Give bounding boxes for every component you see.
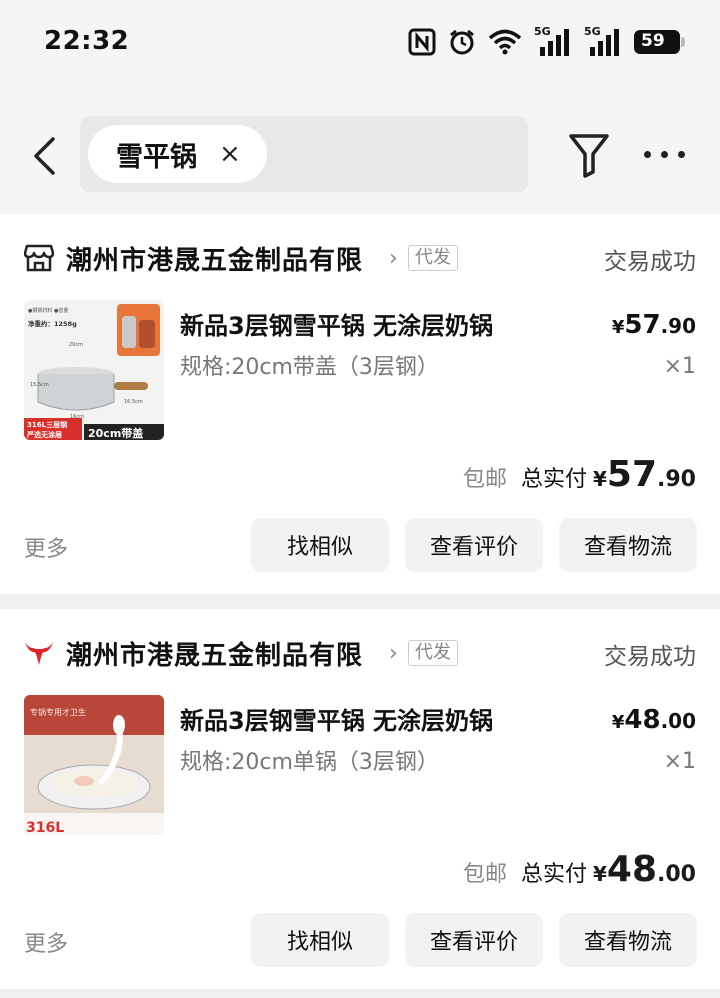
filter-icon [569, 134, 609, 178]
product-thumbnail[interactable]: ●钢锅材料 ●容量 净重约：1258g 20cm 15.5cm 16cm 16.… [24, 300, 164, 440]
svg-text:20cm带盖: 20cm带盖 [88, 426, 143, 440]
order-card: 潮州市港晟五金制品有限 › 代发 交易成功 专锅专用才卫生 316L 新品3层钢… [0, 609, 720, 989]
svg-text:316L: 316L [26, 820, 64, 835]
more-options-button[interactable] [644, 144, 694, 164]
product-quantity: ×1 [663, 749, 696, 774]
product-quantity: ×1 [663, 354, 696, 379]
view-logistics-button[interactable]: 查看物流 [559, 518, 697, 572]
search-header: 雪平锅 × [0, 84, 720, 214]
product-title[interactable]: 新品3层钢雪平锅 无涂层奶锅 [180, 306, 493, 341]
product-price: ¥48.00 [611, 705, 696, 735]
status-bar: 22:32 5G 5G 59 [0, 0, 720, 84]
svg-text:16.5cm: 16.5cm [124, 399, 143, 405]
battery-icon: 59 [634, 30, 685, 54]
back-button[interactable] [24, 132, 64, 180]
view-review-button[interactable]: 查看评价 [405, 518, 543, 572]
nfc-icon [408, 28, 436, 56]
svg-text:专锅专用才卫生: 专锅专用才卫生 [30, 707, 86, 717]
chevron-right-icon: › [389, 640, 398, 666]
chevron-right-icon: › [389, 245, 398, 271]
store-name: 潮州市港晟五金制品有限 [66, 245, 364, 276]
dropship-tag: 代发 [407, 640, 458, 666]
status-time: 22:32 [44, 26, 130, 56]
product-thumbnail[interactable]: 专锅专用才卫生 316L [24, 695, 164, 835]
product-title[interactable]: 新品3层钢雪平锅 无涂层奶锅 [180, 701, 493, 736]
chevron-left-icon [34, 137, 55, 175]
product-spec: 规格:20cm带盖（3层钢） [180, 355, 439, 380]
store-header[interactable]: 潮州市港晟五金制品有限 › 代发 [24, 631, 458, 675]
product-price: ¥57.90 [611, 310, 696, 340]
search-keyword: 雪平锅 [116, 141, 197, 173]
total-paid-label: 总实付 [520, 862, 587, 887]
search-box[interactable]: 雪平锅 × [80, 116, 528, 192]
free-shipping-label: 包邮 [462, 467, 507, 492]
svg-text:严选无涂层: 严选无涂层 [26, 430, 62, 439]
svg-text:20cm: 20cm [69, 342, 83, 348]
bull-logo-icon [24, 637, 56, 669]
product-spec: 规格:20cm单锅（3层钢） [180, 750, 439, 775]
view-logistics-button[interactable]: 查看物流 [559, 913, 697, 967]
find-similar-button[interactable]: 找相似 [251, 518, 389, 572]
wifi-icon [488, 29, 522, 55]
order-total: 包邮 总实付 ¥48.00 [462, 849, 696, 890]
svg-text:15.5cm: 15.5cm [30, 382, 49, 388]
total-paid-label: 总实付 [520, 467, 587, 492]
free-shipping-label: 包邮 [462, 862, 507, 887]
status-icons: 5G 5G 59 [408, 25, 685, 58]
search-keyword-chip[interactable]: 雪平锅 × [88, 125, 267, 183]
cellular-signal-icon-2: 5G [584, 25, 622, 57]
svg-text:●钢锅材料 ●容量: ●钢锅材料 ●容量 [28, 307, 68, 314]
dropship-tag: 代发 [407, 245, 458, 271]
order-card: 潮州市港晟五金制品有限 › 代发 交易成功 ●钢锅材料 ●容量 净重约：1258… [0, 214, 720, 594]
more-link[interactable]: 更多 [24, 531, 68, 563]
store-icon [24, 242, 56, 274]
filter-button[interactable] [568, 132, 610, 178]
svg-text:316L三层钢: 316L三层钢 [27, 420, 67, 429]
clear-keyword-icon[interactable]: × [219, 141, 241, 167]
svg-text:净重约：1258g: 净重约：1258g [28, 319, 77, 328]
alarm-icon [450, 29, 474, 55]
order-status: 交易成功 [604, 644, 696, 670]
more-link[interactable]: 更多 [24, 926, 68, 958]
find-similar-button[interactable]: 找相似 [251, 913, 389, 967]
order-status: 交易成功 [604, 249, 696, 275]
view-review-button[interactable]: 查看评价 [405, 913, 543, 967]
store-header[interactable]: 潮州市港晟五金制品有限 › 代发 [24, 236, 458, 280]
cellular-signal-icon: 5G [534, 25, 572, 57]
order-total: 包邮 总实付 ¥57.90 [462, 454, 696, 495]
store-name: 潮州市港晟五金制品有限 [66, 640, 364, 671]
